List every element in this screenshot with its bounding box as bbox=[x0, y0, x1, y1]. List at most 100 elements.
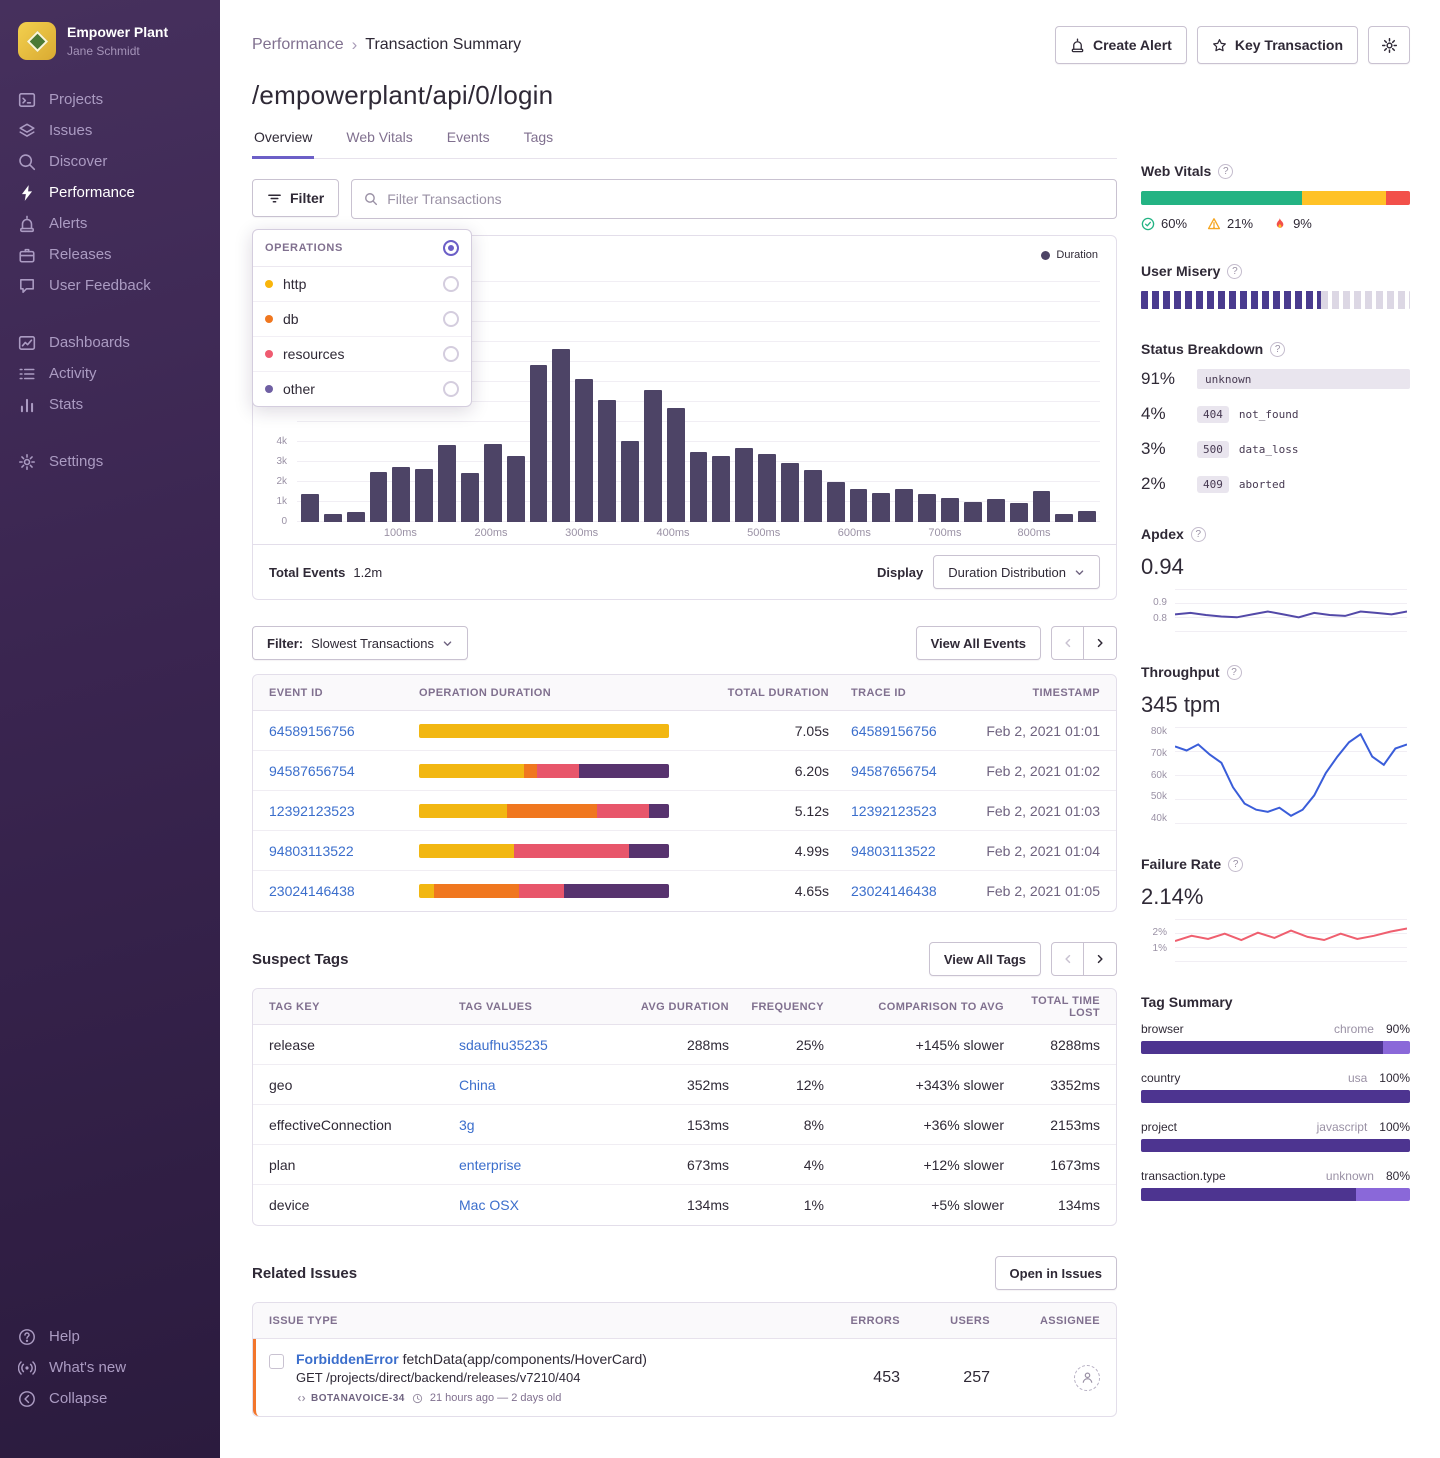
sidebar-item-alerts[interactable]: Alerts bbox=[18, 208, 202, 239]
trace-id-link[interactable]: 23024146438 bbox=[829, 883, 969, 899]
sidebar-item-label: User Feedback bbox=[49, 277, 151, 294]
col-avg-duration: AVG DURATION bbox=[619, 1001, 729, 1013]
sidebar-item-discover[interactable]: Discover bbox=[18, 146, 202, 177]
sidebar-item-activity[interactable]: Activity bbox=[18, 358, 202, 389]
sidebar-item-collapse[interactable]: Collapse bbox=[18, 1383, 202, 1414]
failure-rate-axis: 2% 1% bbox=[1141, 918, 1167, 962]
display-dropdown[interactable]: Duration Distribution bbox=[933, 555, 1100, 589]
assignee-button[interactable] bbox=[1074, 1365, 1100, 1391]
issue-type-link[interactable]: ForbiddenError bbox=[296, 1351, 399, 1367]
tab-events[interactable]: Events bbox=[445, 119, 492, 159]
sidebar-item-label: Discover bbox=[49, 153, 107, 170]
timestamp-value: Feb 2, 2021 01:04 bbox=[969, 843, 1100, 859]
sidebar-item-dashboards[interactable]: Dashboards bbox=[18, 327, 202, 358]
display-label: Display bbox=[877, 565, 923, 580]
tag-value-link[interactable]: sdaufhu35235 bbox=[459, 1037, 619, 1053]
event-id-link[interactable]: 64589156756 bbox=[269, 723, 419, 739]
sidebar-item-performance[interactable]: Performance bbox=[18, 177, 202, 208]
filter-button[interactable]: Filter bbox=[252, 179, 339, 217]
tab-web-vitals[interactable]: Web Vitals bbox=[344, 119, 414, 159]
help-circle-icon[interactable]: ? bbox=[1227, 264, 1242, 279]
issue-errors-count: 453 bbox=[820, 1369, 900, 1387]
web-vitals-title: Web Vitals bbox=[1141, 163, 1211, 179]
sidebar-item-stats[interactable]: Stats bbox=[18, 389, 202, 420]
help-circle-icon[interactable]: ? bbox=[1227, 665, 1242, 680]
sidebar-item-whats-new[interactable]: What's new bbox=[18, 1352, 202, 1383]
sidebar-item-issues[interactable]: Issues bbox=[18, 115, 202, 146]
chart-footer: Total Events 1.2m Display Duration Distr… bbox=[253, 544, 1116, 599]
other-radio[interactable] bbox=[443, 381, 459, 397]
project-chip: BOTANAVOICE-34 bbox=[296, 1393, 405, 1404]
chevron-down-icon bbox=[442, 638, 453, 649]
comparison-value: +5% slower bbox=[824, 1197, 1004, 1213]
tab-tags[interactable]: Tags bbox=[522, 119, 556, 159]
trace-id-link[interactable]: 12392123523 bbox=[829, 803, 969, 819]
sidebar-item-help[interactable]: Help bbox=[18, 1321, 202, 1352]
event-id-link[interactable]: 94587656754 bbox=[269, 763, 419, 779]
create-alert-button[interactable]: Create Alert bbox=[1055, 26, 1187, 64]
event-id-link[interactable]: 94803113522 bbox=[269, 843, 419, 859]
help-circle-icon[interactable]: ? bbox=[1218, 164, 1233, 179]
pager-prev-button[interactable] bbox=[1051, 626, 1084, 660]
trace-id-link[interactable]: 94587656754 bbox=[829, 763, 969, 779]
event-id-link[interactable]: 12392123523 bbox=[269, 803, 419, 819]
breadcrumb-performance[interactable]: Performance bbox=[252, 36, 344, 54]
tag-value-link[interactable]: China bbox=[459, 1077, 619, 1093]
projects-icon bbox=[18, 91, 36, 109]
pager-prev-button[interactable] bbox=[1051, 942, 1084, 976]
user-misery-rest bbox=[1321, 291, 1410, 309]
status-breakdown-title: Status Breakdown bbox=[1141, 341, 1263, 357]
legend-dot bbox=[1041, 251, 1050, 260]
operation-option-db[interactable]: db bbox=[253, 302, 471, 337]
tag-summary-panel: Tag Summary browser chrome 90% bbox=[1141, 994, 1410, 1201]
events-filter-dropdown[interactable]: Filter: Slowest Transactions bbox=[252, 626, 468, 660]
open-in-issues-button[interactable]: Open in Issues bbox=[995, 1256, 1117, 1290]
tag-summary-value: javascript bbox=[1317, 1120, 1368, 1134]
view-all-events-button[interactable]: View All Events bbox=[916, 626, 1041, 660]
help-circle-icon[interactable]: ? bbox=[1228, 857, 1243, 872]
trace-id-link[interactable]: 94803113522 bbox=[829, 843, 969, 859]
event-row: 12392123523 5.12s 12392123523 Feb 2, 202… bbox=[253, 791, 1116, 831]
db-radio[interactable] bbox=[443, 311, 459, 327]
issue-summary: fetchData(app/components/HoverCard) bbox=[403, 1351, 647, 1367]
view-all-tags-button[interactable]: View All Tags bbox=[929, 942, 1041, 976]
resources-radio[interactable] bbox=[443, 346, 459, 362]
operations-all-radio[interactable] bbox=[443, 240, 459, 256]
tag-value-link[interactable]: Mac OSX bbox=[459, 1197, 619, 1213]
nav-group-footer: Help What's new Collapse bbox=[0, 1321, 220, 1414]
operation-option-http[interactable]: http bbox=[253, 267, 471, 302]
event-id-link[interactable]: 23024146438 bbox=[269, 883, 419, 899]
trace-id-link[interactable]: 64589156756 bbox=[829, 723, 969, 739]
issue-meta: BOTANAVOICE-34 21 hours ago — 2 days old bbox=[296, 1392, 647, 1404]
sidebar-item-settings[interactable]: Settings bbox=[18, 446, 202, 477]
tag-key-value: release bbox=[269, 1037, 459, 1053]
filter-icon bbox=[267, 191, 282, 206]
pager-next-button[interactable] bbox=[1084, 626, 1117, 660]
key-transaction-button[interactable]: Key Transaction bbox=[1197, 26, 1358, 64]
frequency-value: 1% bbox=[729, 1197, 824, 1213]
http-radio[interactable] bbox=[443, 276, 459, 292]
operation-option-resources[interactable]: resources bbox=[253, 337, 471, 372]
sidebar-item-user-feedback[interactable]: User Feedback bbox=[18, 270, 202, 301]
pager-next-button[interactable] bbox=[1084, 942, 1117, 976]
nav-group-secondary: Dashboards Activity Stats bbox=[0, 327, 220, 420]
settings-button[interactable] bbox=[1368, 26, 1410, 64]
org-switcher[interactable]: Empower Plant Jane Schmidt bbox=[0, 18, 220, 84]
fire-icon bbox=[1273, 217, 1287, 231]
tag-value-link[interactable]: 3g bbox=[459, 1117, 619, 1133]
issue-checkbox[interactable] bbox=[269, 1354, 284, 1369]
sidebar-item-releases[interactable]: Releases bbox=[18, 239, 202, 270]
status-code-badge: 409 bbox=[1197, 476, 1229, 493]
help-circle-icon[interactable]: ? bbox=[1270, 342, 1285, 357]
tag-value-link[interactable]: enterprise bbox=[459, 1157, 619, 1173]
help-circle-icon[interactable]: ? bbox=[1191, 527, 1206, 542]
tab-overview[interactable]: Overview bbox=[252, 119, 314, 159]
frequency-value: 8% bbox=[729, 1117, 824, 1133]
tag-summary-title: Tag Summary bbox=[1141, 994, 1233, 1010]
sidebar-item-projects[interactable]: Projects bbox=[18, 84, 202, 115]
operation-option-other[interactable]: other bbox=[253, 372, 471, 406]
col-errors: ERRORS bbox=[820, 1315, 900, 1327]
search-input[interactable] bbox=[387, 191, 1104, 207]
check-circle-icon bbox=[1141, 217, 1155, 231]
view-all-tags-label: View All Tags bbox=[944, 952, 1026, 967]
